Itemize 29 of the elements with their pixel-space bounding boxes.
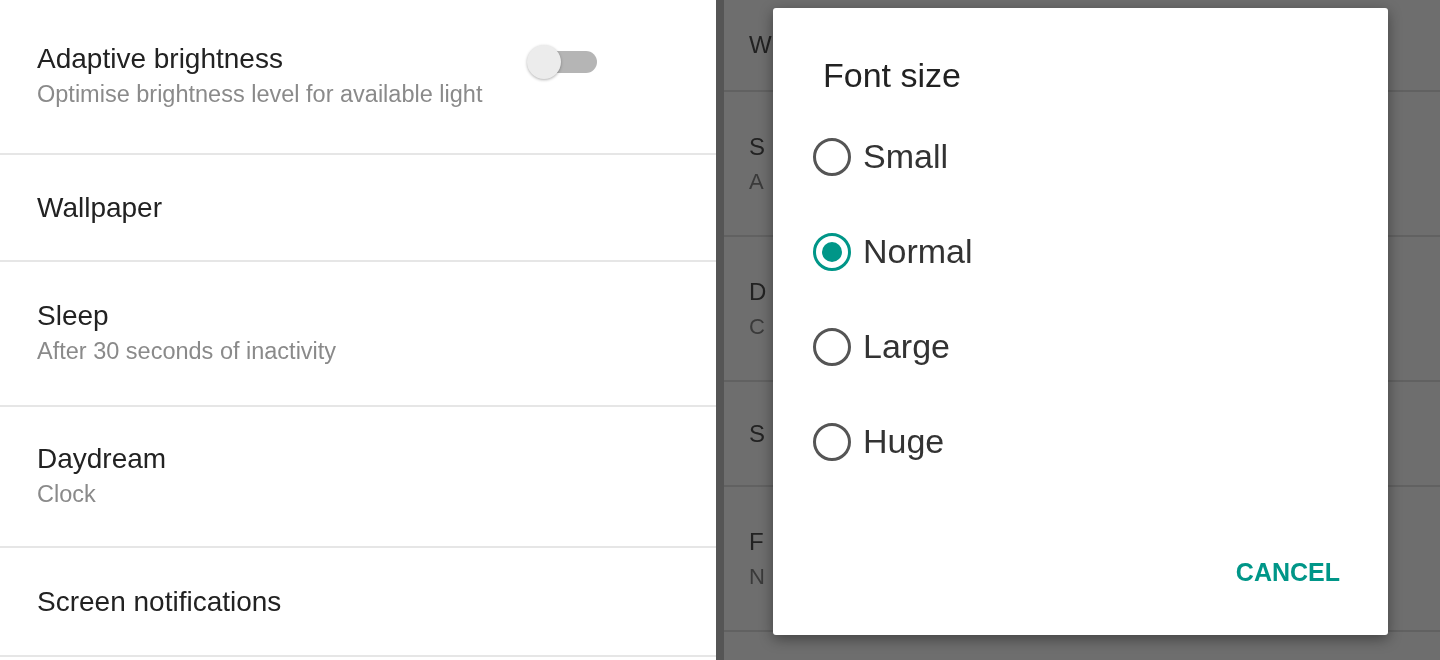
setting-title: Screen notifications [37, 585, 282, 618]
setting-title: Wallpaper [37, 191, 162, 224]
radio-button[interactable] [813, 327, 851, 366]
dialog-title: Font size [823, 56, 962, 95]
setting-summary: Clock [37, 480, 96, 510]
settings-row[interactable]: Sleep After 30 seconds of inactivity [0, 262, 716, 407]
toggle-switch[interactable] [527, 44, 597, 79]
settings-row[interactable]: Daydream Clock [0, 407, 716, 548]
cancel-button[interactable]: CANCEL [1235, 550, 1340, 595]
list-item-title: W [749, 31, 772, 59]
setting-title: Sleep [37, 300, 109, 333]
list-item-title: F [749, 527, 764, 556]
setting-summary: After 30 seconds of inactivity [37, 337, 337, 367]
settings-row[interactable]: Adaptive brightness Optimise brightness level for available light [0, 0, 716, 155]
font-size-option[interactable]: Normal [813, 204, 973, 299]
setting-title: Adaptive brightness [37, 43, 283, 76]
list-item-title: D [749, 277, 767, 306]
radio-button[interactable] [813, 422, 851, 461]
list-item-title: S [749, 132, 765, 161]
radio-button[interactable] [813, 137, 851, 176]
setting-title: Daydream [37, 443, 167, 476]
font-size-option[interactable]: Huge [813, 394, 945, 489]
radio-button[interactable] [813, 232, 851, 271]
settings-row[interactable]: Wallpaper [0, 155, 716, 262]
list-item-title: S [749, 419, 765, 448]
settings-row[interactable]: Screen notifications [0, 548, 716, 657]
setting-summary: Optimise brightness level for available light [37, 80, 483, 110]
font-size-option[interactable]: Small [813, 109, 949, 204]
font-size-option[interactable]: Large [813, 299, 950, 394]
